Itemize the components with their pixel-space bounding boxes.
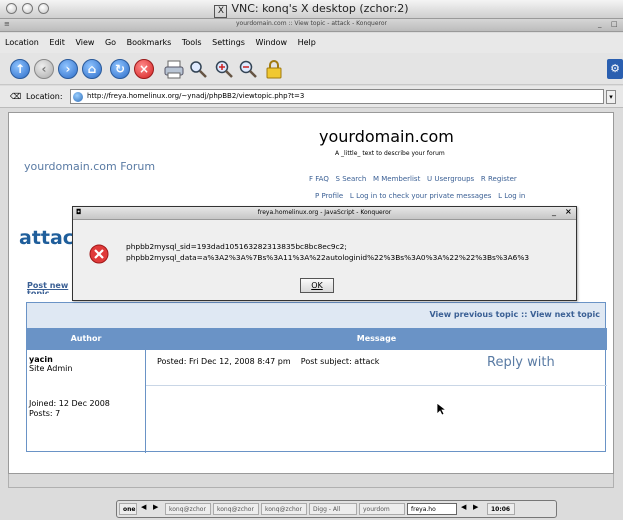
- task-digg[interactable]: Digg - All: [309, 503, 357, 515]
- login-icon: L: [498, 192, 503, 200]
- author-posts: Posts: 7: [29, 409, 61, 418]
- register-icon: R: [480, 175, 486, 183]
- javascript-alert-dialog: ◘ freya.homelinux.org - JavaScript - Kon…: [72, 206, 577, 301]
- home-icon[interactable]: ⌂: [82, 59, 102, 79]
- vnc-title: X VNC: konq's X desktop (zchor:2): [0, 2, 623, 18]
- back-icon[interactable]: ‹: [34, 59, 54, 79]
- konqueror-title-bar: ≡ yourdomain.com :: View topic - attack …: [0, 19, 623, 32]
- forward-icon[interactable]: ›: [58, 59, 78, 79]
- minimize-icon[interactable]: _: [598, 20, 602, 28]
- menu-window[interactable]: Window: [255, 33, 287, 53]
- post-table: View previous topic :: View next topic A…: [26, 302, 607, 453]
- nav-memberlist[interactable]: Memberlist: [381, 175, 420, 183]
- menu-settings[interactable]: Settings: [212, 33, 245, 53]
- dialog-minimize-icon[interactable]: _: [552, 207, 556, 216]
- find-icon[interactable]: [188, 59, 208, 79]
- taskbar-next-icon[interactable]: ▶: [153, 503, 158, 511]
- zoom-out-icon[interactable]: [238, 59, 258, 79]
- vnc-title-bar: X VNC: konq's X desktop (zchor:2): [0, 0, 623, 19]
- message-header: Message: [146, 328, 607, 350]
- menu-go[interactable]: Go: [105, 33, 116, 53]
- nav-private-messages[interactable]: Log in to check your private messages: [356, 192, 491, 200]
- usergroups-icon: U: [427, 175, 433, 183]
- memberlist-icon: M: [372, 175, 379, 183]
- maximize-icon[interactable]: □: [611, 20, 618, 28]
- post-author[interactable]: yacin: [29, 355, 53, 364]
- nav-usergroups[interactable]: Usergroups: [434, 175, 474, 183]
- nav-login[interactable]: Log in: [504, 192, 525, 200]
- menu-bar: Location Edit View Go Bookmarks Tools Se…: [0, 33, 623, 53]
- site-name: yourdomain.com: [319, 127, 454, 146]
- profile-icon: P: [315, 192, 320, 200]
- menu-view[interactable]: View: [75, 33, 94, 53]
- status-bar: [8, 474, 614, 488]
- nav-search[interactable]: Search: [342, 175, 366, 183]
- up-icon[interactable]: ↑: [10, 59, 30, 79]
- taskbar-prev-icon[interactable]: ◀: [141, 503, 146, 511]
- taskbar: one ◀ ▶ konq@zchor konq@zchor konq@zchor…: [116, 500, 557, 518]
- nav-faq[interactable]: FAQ: [315, 175, 329, 183]
- location-url: http://freya.homelinux.org/~ynadj/phpBB2…: [87, 92, 305, 100]
- reload-icon[interactable]: ↻: [110, 59, 130, 79]
- menu-tools[interactable]: Tools: [182, 33, 202, 53]
- location-bar: ⌫ Location: http://freya.homelinux.org/~…: [0, 86, 623, 108]
- author-header: Author: [27, 328, 145, 350]
- topic-title[interactable]: attac: [19, 227, 74, 249]
- dialog-close-icon[interactable]: ×: [565, 207, 572, 216]
- header-nav-row2: P Profile L Log in to check your private…: [315, 192, 525, 200]
- column-divider: [145, 328, 146, 453]
- author-rank: Site Admin: [29, 364, 73, 373]
- print-icon[interactable]: [164, 59, 184, 79]
- menu-bookmarks[interactable]: Bookmarks: [127, 33, 172, 53]
- konqueror-title: yourdomain.com :: View topic - attack - …: [235, 20, 388, 27]
- post-new-topic-link-cont[interactable]: topic: [27, 289, 50, 294]
- dialog-message-line2: phpbb2mysql_data=a%3A2%3A%7Bs%3A11%3A%22…: [126, 253, 530, 262]
- menu-help[interactable]: Help: [298, 33, 316, 53]
- task-konq-1[interactable]: konq@zchor: [165, 503, 211, 515]
- location-dropdown-icon[interactable]: ▾: [606, 90, 616, 104]
- nav-profile[interactable]: Profile: [321, 192, 343, 200]
- task-konq-3[interactable]: konq@zchor: [261, 503, 307, 515]
- task-freya-active[interactable]: freya.ho: [407, 503, 457, 515]
- x11-icon: X: [214, 5, 228, 18]
- site-tagline: A _little_ text to describe your forum: [335, 150, 445, 157]
- security-lock-icon[interactable]: [264, 59, 284, 79]
- favicon-icon: [73, 92, 83, 102]
- desktop-one-button[interactable]: one: [119, 503, 137, 515]
- task-konq-2[interactable]: konq@zchor: [213, 503, 259, 515]
- ok-button[interactable]: OK: [300, 278, 334, 293]
- clock: 10:06: [487, 503, 515, 515]
- clear-location-icon[interactable]: ⌫: [10, 92, 24, 102]
- task-yourdomain[interactable]: yourdom: [359, 503, 405, 515]
- location-label: Location:: [26, 92, 63, 101]
- message-divider: [146, 385, 607, 386]
- taskbar-left-arrow-icon[interactable]: ◀: [461, 503, 466, 511]
- mouse-cursor-icon: [436, 402, 446, 416]
- kde-throbber-icon: ⚙: [607, 59, 623, 79]
- dialog-title-bar: ◘ freya.homelinux.org - JavaScript - Kon…: [73, 207, 576, 220]
- topic-navigation-links[interactable]: View previous topic :: View next topic: [429, 310, 600, 319]
- location-input[interactable]: http://freya.homelinux.org/~ynadj/phpBB2…: [70, 89, 604, 104]
- post-meta: Posted: Fri Dec 12, 2008 8:47 pm Post su…: [157, 357, 380, 366]
- post-body: Reply with: [487, 355, 555, 370]
- dialog-title: freya.homelinux.org - JavaScript - Konqu…: [257, 209, 392, 216]
- zoom-in-icon[interactable]: [214, 59, 234, 79]
- error-icon: [89, 244, 109, 264]
- nav-register[interactable]: Register: [488, 175, 517, 183]
- menu-location[interactable]: Location: [5, 33, 39, 53]
- stop-icon[interactable]: ×: [134, 59, 154, 79]
- taskbar-right-arrow-icon[interactable]: ▶: [473, 503, 478, 511]
- toolbar: ↑ ‹ › ⌂ ↻ × ⚙: [0, 53, 623, 85]
- dialog-message-line1: phpbb2mysql_sid=193dad105163282313835bc8…: [126, 242, 347, 251]
- forum-index-link[interactable]: yourdomain.com Forum: [24, 160, 155, 173]
- messages-icon: L: [349, 192, 354, 200]
- faq-icon: F: [309, 175, 314, 183]
- author-joined: Joined: 12 Dec 2008: [29, 399, 110, 408]
- menu-edit[interactable]: Edit: [49, 33, 65, 53]
- search-icon: S: [335, 175, 340, 183]
- header-nav-row1: F FAQ S Search M Memberlist U Usergroups…: [309, 175, 517, 183]
